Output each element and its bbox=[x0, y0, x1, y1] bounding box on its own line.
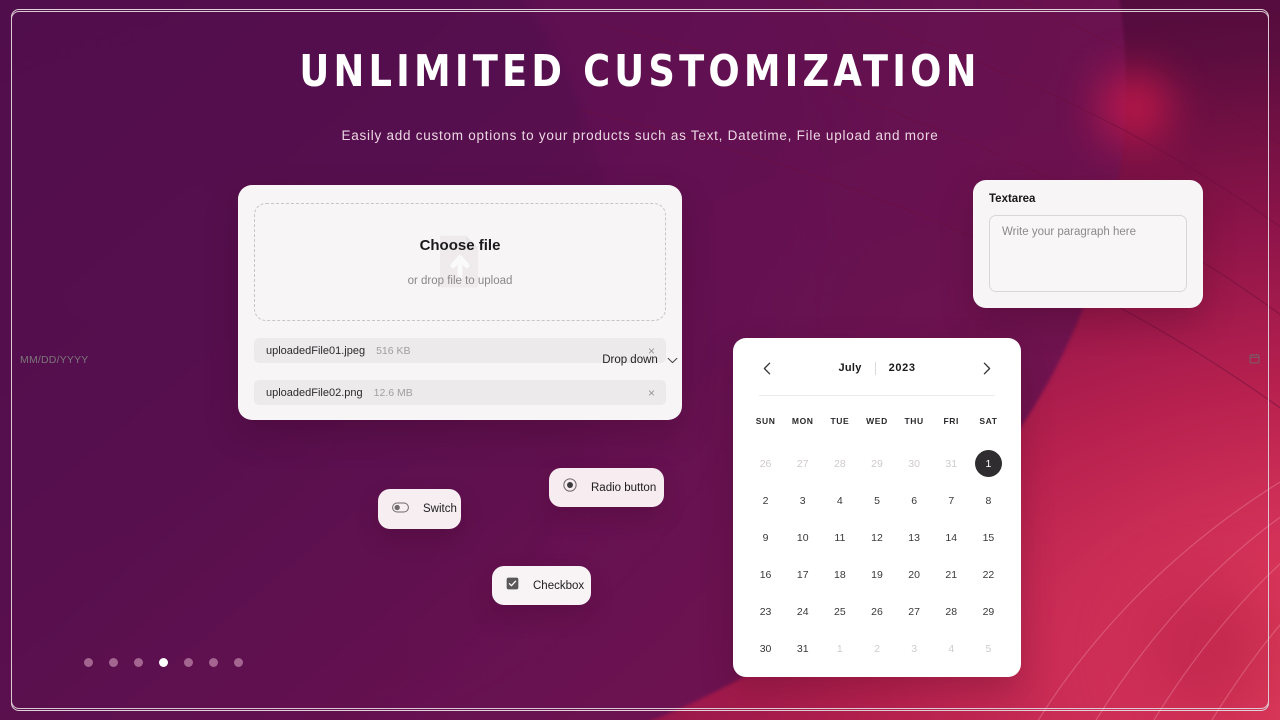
pagination-dots bbox=[84, 658, 243, 667]
dropdown-card: Drop down bbox=[0, 11, 1269, 709]
dropdown-select[interactable]: Drop down bbox=[11, 11, 1269, 709]
drop-file-label: or drop file to upload bbox=[407, 275, 513, 287]
chevron-down-icon[interactable] bbox=[667, 351, 678, 369]
choose-file-label: Choose file bbox=[419, 237, 501, 254]
pagination-dot[interactable] bbox=[109, 658, 118, 667]
pagination-dot[interactable] bbox=[84, 658, 93, 667]
pagination-dot[interactable] bbox=[184, 658, 193, 667]
pagination-dot-active[interactable] bbox=[159, 658, 168, 667]
dropdown-label: Drop down bbox=[602, 354, 658, 366]
pagination-dot[interactable] bbox=[134, 658, 143, 667]
pagination-dot[interactable] bbox=[234, 658, 243, 667]
pagination-dot[interactable] bbox=[209, 658, 218, 667]
